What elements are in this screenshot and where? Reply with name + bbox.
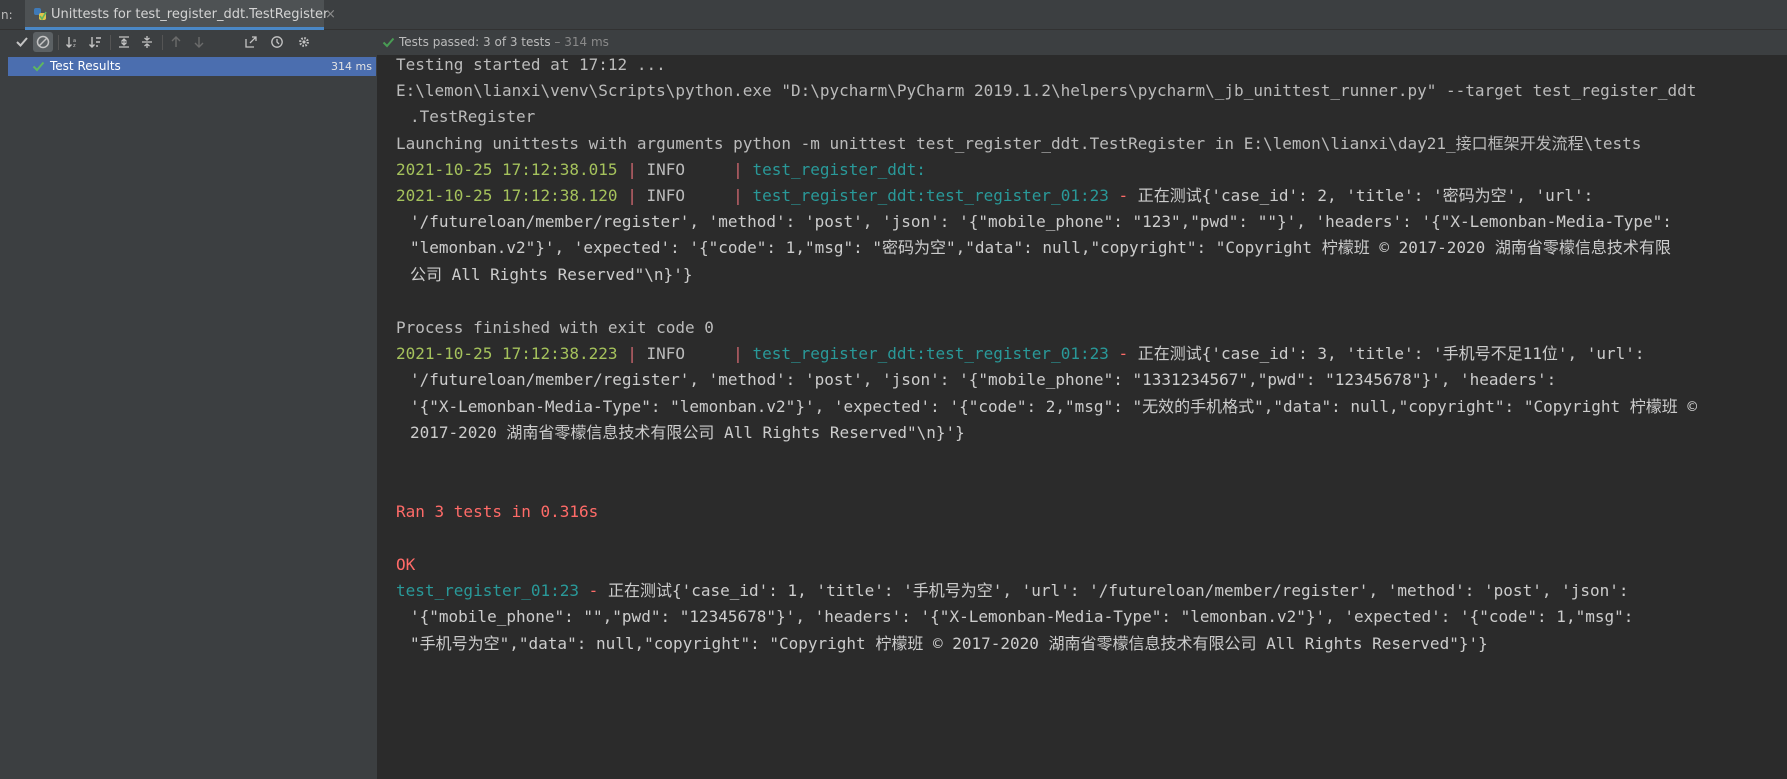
log-continuation: 2017-2020 湖南省零檬信息技术有限公司 All Rights Reser… (410, 423, 965, 442)
arrow-up-icon (171, 36, 181, 47)
log-separator: | (617, 344, 647, 363)
test-results-tree: Test Results 314 ms (0, 55, 378, 779)
tree-item-duration: 314 ms (331, 60, 372, 73)
previous-failed-button[interactable] (166, 32, 186, 52)
log-continuation: '{"mobile_phone": "","pwd": "12345678"}'… (410, 607, 1634, 626)
log-message: 正在测试{'case_id': 1, 'title': '手机号为空', 'ur… (607, 581, 1629, 600)
tree-item-test-results[interactable]: Test Results 314 ms (8, 57, 376, 76)
log-module: test_register_01: (396, 581, 560, 600)
log-line-number: 23 (559, 581, 580, 600)
test-runner-toolbar: az (0, 30, 378, 55)
console-line: .TestRegister (410, 107, 536, 126)
log-message: 正在测试{'case_id': 3, 'title': '手机号不足11位', … (1137, 344, 1645, 363)
log-separator: | (733, 344, 753, 363)
log-dash: - (1108, 186, 1138, 205)
settings-button[interactable] (294, 32, 314, 52)
export-icon (245, 36, 257, 48)
log-continuation: 公司 All Rights Reserved"\n}'} (410, 265, 693, 284)
check-icon (32, 61, 45, 72)
stop-icon (36, 35, 50, 49)
show-ignored-button[interactable] (33, 32, 53, 52)
log-continuation: "lemonban.v2"}', 'expected': '{"code": 1… (410, 238, 1671, 257)
python-test-icon (34, 8, 47, 21)
svg-text:z: z (73, 43, 76, 49)
history-button[interactable] (267, 32, 287, 52)
log-separator: | (733, 160, 753, 179)
log-level: INFO (646, 160, 734, 179)
status-count: 3 of 3 tests (483, 35, 551, 49)
history-icon (271, 36, 283, 48)
run-tool-window-header: n: Unittests for test_register_ddt.TestR… (0, 0, 1787, 30)
collapse-all-button[interactable] (137, 32, 157, 52)
log-timestamp: 2021-10-25 17:12:38.223 (396, 344, 618, 363)
log-line-number: 23 (1089, 344, 1109, 363)
log-level: INFO (646, 344, 734, 363)
expand-all-button[interactable] (114, 32, 134, 52)
sort-alpha-icon: az (66, 37, 76, 49)
check-icon (16, 37, 28, 47)
log-separator: | (617, 160, 647, 179)
check-icon (382, 37, 395, 48)
tab-label: Unittests for test_register_ddt.TestRegi… (51, 7, 329, 22)
log-message: 正在测试{'case_id': 2, 'title': '密码为空', 'url… (1137, 186, 1594, 205)
sort-alphabetically-button[interactable]: az (62, 32, 82, 52)
console-output[interactable]: Testing started at 17:12 ... E:\lemon\li… (378, 55, 1787, 779)
arrow-down-icon (194, 37, 204, 48)
log-module: test_register_ddt:test_register_01: (752, 186, 1090, 205)
log-separator: | (733, 186, 753, 205)
log-separator: | (617, 186, 647, 205)
log-level: INFO (646, 186, 734, 205)
gear-icon (299, 37, 309, 47)
sort-duration-icon (89, 37, 101, 48)
run-label-prefix: n: (1, 8, 13, 22)
log-module: test_register_ddt:test_register_01: (752, 344, 1090, 363)
log-continuation: "手机号为空","data": null,"copyright": "Copyr… (410, 634, 1488, 653)
status-label: Tests passed: (399, 35, 484, 49)
status-duration: – 314 ms (550, 35, 609, 49)
test-status-bar: Tests passed: 3 of 3 tests – 314 ms (378, 30, 1787, 55)
close-icon[interactable]: × (325, 0, 336, 30)
console-line: E:\lemon\lianxi\venv\Scripts\python.exe … (396, 81, 1697, 100)
export-results-button[interactable] (241, 32, 261, 52)
log-line-number: 23 (1089, 186, 1109, 205)
log-continuation: '/futureloan/member/register', 'method':… (410, 370, 1557, 389)
log-module: test_register_ddt: (752, 160, 926, 179)
log-timestamp: 2021-10-25 17:12:38.015 (396, 160, 618, 179)
show-passed-button[interactable] (12, 32, 32, 52)
ran-tests-summary: Ran 3 tests in 0.316s (396, 502, 599, 521)
tests-passed-summary: Tests passed: 3 of 3 tests – 314 ms (399, 30, 609, 55)
collapse-all-icon (142, 36, 152, 48)
expand-all-icon (119, 36, 129, 48)
log-dash: - (1108, 344, 1138, 363)
tree-item-label: Test Results (50, 59, 121, 73)
next-failed-button[interactable] (189, 32, 209, 52)
log-timestamp: 2021-10-25 17:12:38.120 (396, 186, 618, 205)
sort-by-duration-button[interactable] (85, 32, 105, 52)
log-dash: - (579, 581, 608, 600)
tab-unittests[interactable]: Unittests for test_register_ddt.TestRegi… (25, 0, 336, 30)
